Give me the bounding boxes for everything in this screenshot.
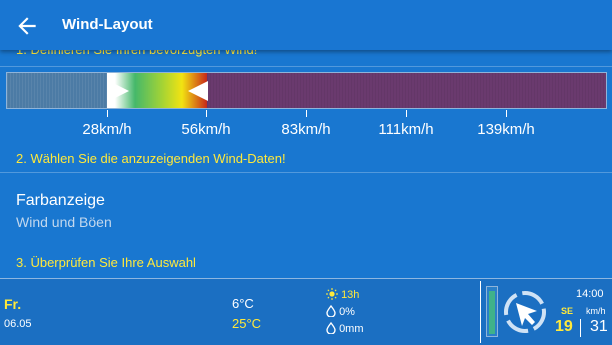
range-start-handle[interactable] [109,81,129,101]
forecast-preview-widget: Fr. 06.05 6°C 25°C 13h 0% 0mm 14:00 SE k… [0,278,612,345]
scale-tick-label: 28km/h [82,121,132,138]
scale-tick [107,110,108,117]
app-bar: Wind-Layout [0,0,612,50]
wind-level-fill [489,291,495,334]
scale-tick [506,110,507,117]
color-display-title: Farbanzeige [16,192,105,209]
forecast-time: 14:00 [576,288,604,300]
divider [0,172,612,173]
wind-direction: SE [561,306,574,316]
temperature-min: 6°C [232,296,254,311]
sunshine-row: 13h [326,288,359,301]
temperature-max: 25°C [232,316,262,331]
wind-compass-icon [504,291,546,333]
forecast-day: Fr. [4,296,22,312]
wind-segment-below-range [7,73,107,108]
sunshine-hours: 13h [341,289,360,301]
rain-probability: 0% [339,306,355,318]
wind-range-bar[interactable] [6,72,607,109]
rain-amount: 0mm [339,323,364,335]
rain-probability-row: 0% [326,304,355,318]
section-label-select-data: 2. Wählen Sie die anzuzeigenden Wind-Dat… [16,151,286,166]
range-end-handle[interactable] [188,81,208,101]
section-label-review: 3. Überprüfen Sie Ihre Auswahl [16,255,196,270]
scale-tick-label: 83km/h [281,121,331,138]
raindrop-icon [326,321,336,335]
divider [0,66,612,67]
scale-tick-label: 56km/h [181,121,231,138]
gust-speed: 31 [590,318,608,335]
speed-separator [580,319,581,337]
wind-speed: 19 [555,318,573,335]
scale-tick [306,110,307,117]
wind-segment-above-range [207,73,606,108]
forecast-date: 06.05 [4,318,32,330]
arrow-back-icon[interactable] [14,13,40,39]
wind-level-gauge [486,286,498,337]
sun-icon [326,288,338,300]
color-display-setting[interactable]: Farbanzeige Wind und Böen [0,180,612,246]
color-display-value: Wind und Böen [16,214,112,230]
page-title: Wind-Layout [62,16,153,33]
scale-tick [206,110,207,117]
raindrop-icon [326,304,336,318]
scale-tick-label: 111km/h [378,121,434,138]
widget-divider [480,281,481,343]
scale-tick-label: 139km/h [477,121,535,138]
rain-amount-row: 0mm [326,321,364,335]
wind-unit: km/h [586,306,606,316]
scale-tick [406,110,407,117]
